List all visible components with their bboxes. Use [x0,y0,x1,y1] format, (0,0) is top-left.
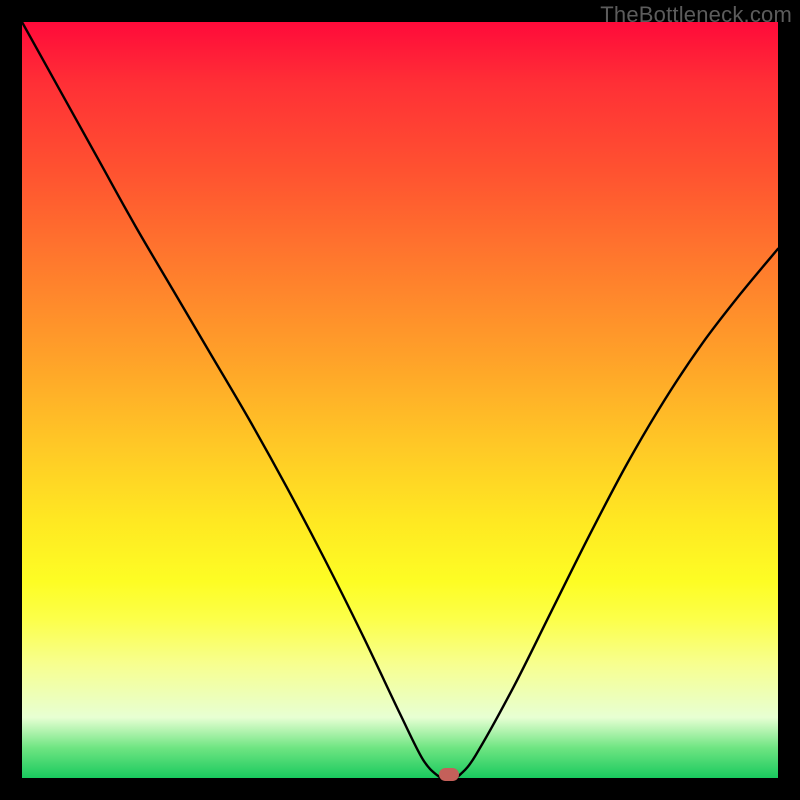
plot-area [22,22,778,778]
chart-frame: TheBottleneck.com [0,0,800,800]
watermark-text: TheBottleneck.com [600,2,792,28]
bottleneck-curve [22,22,778,778]
optimal-marker [439,768,459,781]
